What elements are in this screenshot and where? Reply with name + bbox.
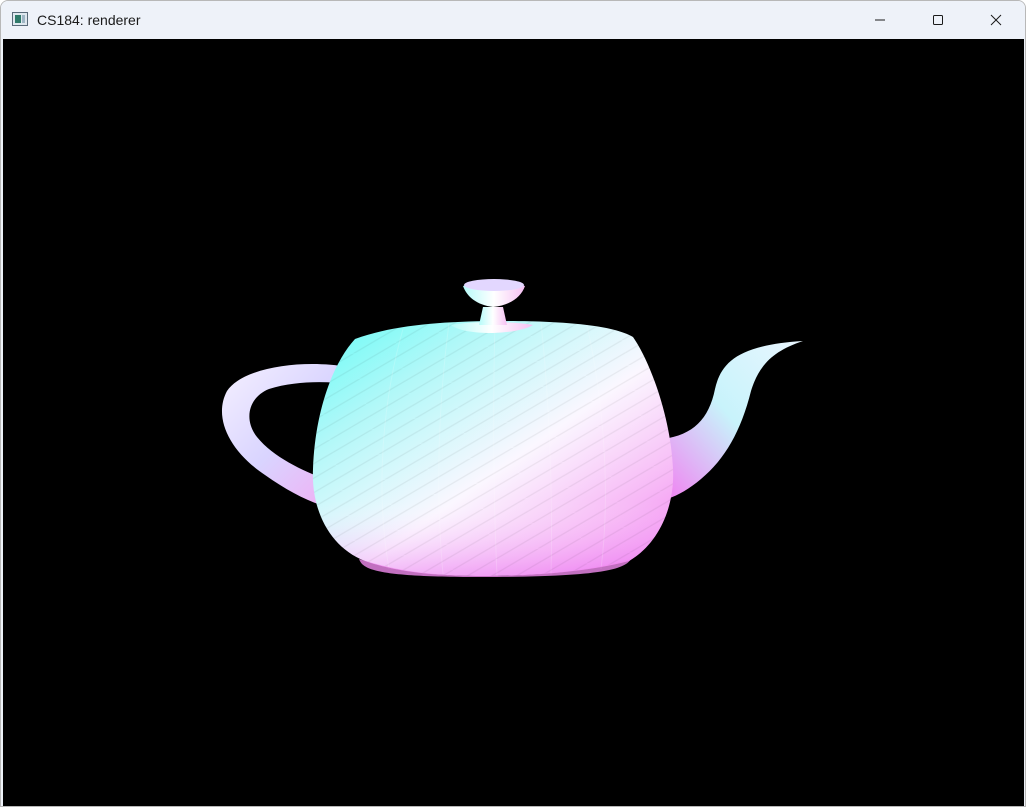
minimize-button[interactable]	[851, 1, 909, 38]
close-button[interactable]	[967, 1, 1025, 38]
teapot-knob-top	[464, 279, 524, 291]
teapot-spout	[663, 341, 803, 499]
render-viewport[interactable]	[3, 39, 1024, 806]
app-window: CS184: renderer	[0, 0, 1026, 807]
teapot-body-facets	[312, 321, 674, 576]
title-bar[interactable]: CS184: renderer	[1, 1, 1025, 38]
window-title: CS184: renderer	[37, 12, 141, 28]
teapot-lid-stem	[479, 307, 507, 325]
maximize-button[interactable]	[909, 1, 967, 38]
teapot-render	[221, 279, 803, 577]
app-window-icon	[12, 12, 28, 26]
minimize-icon	[875, 19, 885, 20]
close-icon	[990, 14, 1002, 25]
maximize-icon	[933, 14, 943, 25]
